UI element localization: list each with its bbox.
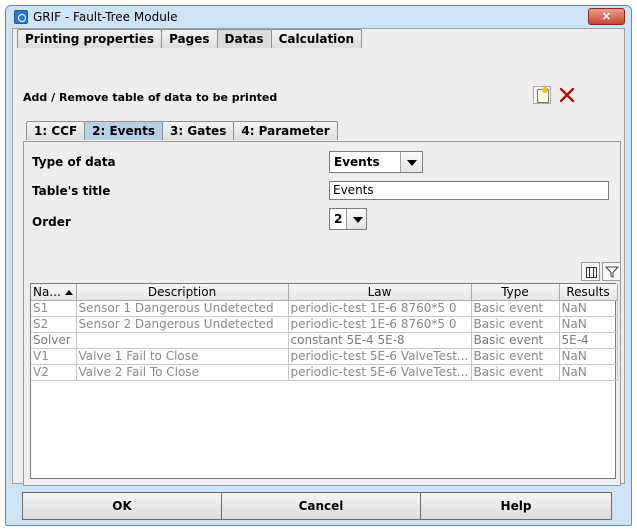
cell-law: periodic-test 5E-6 ValveTest... <box>288 364 472 381</box>
cell-type: Basic event <box>471 300 560 317</box>
table-row[interactable]: S1 Sensor 1 Dangerous Undetected periodi… <box>31 300 618 317</box>
table-header-row: Na... Description Law Type Results <box>31 284 618 301</box>
column-header-name-label: Na... <box>33 284 61 299</box>
delete-x-icon[interactable] <box>558 86 576 104</box>
tab-ccf[interactable]: 1: CCF <box>26 121 86 140</box>
tab-gates[interactable]: 3: Gates <box>162 121 235 140</box>
table-title-label: Table's title <box>32 184 111 198</box>
title-bar: GRIF - Fault-Tree Module × <box>6 6 631 28</box>
type-of-data-select[interactable]: Events <box>329 151 423 173</box>
column-header-name[interactable]: Na... <box>31 284 77 301</box>
column-chooser-icon[interactable] <box>581 262 600 281</box>
close-button[interactable]: × <box>588 8 625 25</box>
cell-name: S2 <box>31 316 77 333</box>
column-header-type[interactable]: Type <box>471 284 560 301</box>
cell-law: constant 5E-4 5E-8 <box>288 332 472 349</box>
cell-name: V2 <box>31 364 77 381</box>
cell-type: Basic event <box>471 348 560 365</box>
cell-name: S1 <box>31 300 77 317</box>
cancel-button[interactable]: Cancel <box>221 492 421 520</box>
help-button[interactable]: Help <box>420 492 612 520</box>
dialog-footer: OK Cancel Help <box>22 492 622 522</box>
panel-heading: Add / Remove table of data to be printed <box>23 91 278 104</box>
data-table-tab-bar: 1: CCF 2: Events 3: Gates 4: Parameter <box>26 121 338 141</box>
events-panel: Type of data Events Table's title Events… <box>23 141 621 486</box>
cell-results: 5E-4 <box>559 332 618 349</box>
cell-name: Solver <box>31 332 77 349</box>
order-select[interactable]: 2 <box>329 208 367 230</box>
cell-results: NaN <box>559 364 618 381</box>
ok-button[interactable]: OK <box>22 492 222 520</box>
table-row[interactable]: S2 Sensor 2 Dangerous Undetected periodi… <box>31 316 618 333</box>
cell-type: Basic event <box>471 332 560 349</box>
type-of-data-value: Events <box>334 155 380 169</box>
column-header-description[interactable]: Description <box>76 284 289 301</box>
dialog-window: GRIF - Fault-Tree Module × Printing prop… <box>5 5 632 526</box>
sort-ascending-icon <box>64 289 73 295</box>
tab-events[interactable]: 2: Events <box>84 121 164 140</box>
column-header-results[interactable]: Results <box>559 284 618 301</box>
cell-description: Valve 1 Fail to Close <box>76 348 289 365</box>
cell-results: NaN <box>559 300 618 317</box>
column-header-law[interactable]: Law <box>288 284 472 301</box>
main-tab-bar: Printing properties Pages Datas Calculat… <box>17 29 363 49</box>
tab-pages[interactable]: Pages <box>161 29 218 48</box>
cell-name: V1 <box>31 348 77 365</box>
chevron-down-icon[interactable] <box>400 152 422 172</box>
cell-description: Sensor 1 Dangerous Undetected <box>76 300 289 317</box>
cell-law: periodic-test 1E-6 8760*5 0 <box>288 316 472 333</box>
table-row[interactable]: V2 Valve 2 Fail To Close periodic-test 5… <box>31 364 618 381</box>
tab-datas[interactable]: Datas <box>216 29 272 48</box>
cell-type: Basic event <box>471 316 560 333</box>
cell-type: Basic event <box>471 364 560 381</box>
tab-printing-properties[interactable]: Printing properties <box>17 29 163 48</box>
table-row[interactable]: V1 Valve 1 Fail to Close periodic-test 5… <box>31 348 618 365</box>
app-logo-icon <box>14 10 28 24</box>
cell-law: periodic-test 1E-6 8760*5 0 <box>288 300 472 317</box>
new-table-icon[interactable] <box>533 86 551 104</box>
type-of-data-label: Type of data <box>32 155 116 169</box>
table-row[interactable]: Solver constant 5E-4 5E-8 Basic event 5E… <box>31 332 618 349</box>
window-title: GRIF - Fault-Tree Module <box>33 10 178 24</box>
tab-calculation[interactable]: Calculation <box>270 29 363 48</box>
dialog-client-area: Printing properties Pages Datas Calculat… <box>12 28 625 486</box>
order-label: Order <box>32 215 71 229</box>
cell-description: Sensor 2 Dangerous Undetected <box>76 316 289 333</box>
cell-results: NaN <box>559 348 618 365</box>
filter-icon[interactable] <box>602 262 621 281</box>
events-table[interactable]: Na... Description Law Type Results S1 Se… <box>30 283 618 479</box>
chevron-down-icon[interactable] <box>346 209 366 229</box>
cell-description: Valve 2 Fail To Close <box>76 364 289 381</box>
order-value: 2 <box>334 212 343 226</box>
tab-parameter[interactable]: 4: Parameter <box>233 121 338 140</box>
cell-results: NaN <box>559 316 618 333</box>
cell-description <box>76 332 289 349</box>
table-title-input[interactable]: Events <box>329 181 609 200</box>
cell-law: periodic-test 5E-6 ValveTest... <box>288 348 472 365</box>
